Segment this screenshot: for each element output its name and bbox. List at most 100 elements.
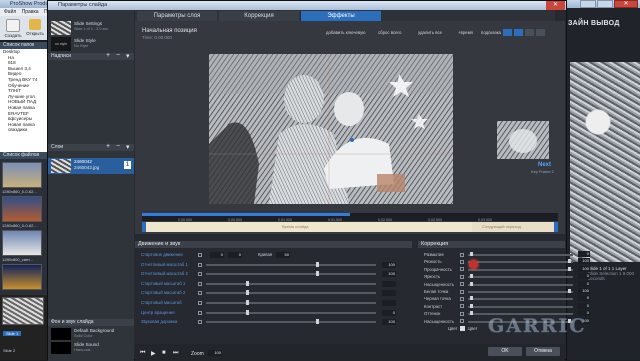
add-time-button[interactable]: +время [458,30,473,35]
correction-slider[interactable] [468,254,573,256]
motion-value[interactable]: 100 [382,271,396,278]
correction-slider-knob[interactable] [568,289,571,293]
correction-row-checkbox[interactable] [460,311,464,316]
correction-row-checkbox[interactable] [460,282,464,287]
correction-value[interactable]: 0 [578,280,590,287]
correction-row-checkbox[interactable] [460,304,464,309]
layer-menu-icon[interactable]: ▾ [126,143,130,151]
correction-row-checkbox[interactable] [460,319,464,324]
correction-value[interactable]: 100 [578,258,590,265]
color-swatch[interactable] [460,326,465,331]
motion-row-checkbox[interactable] [198,291,202,296]
motion-slider-knob[interactable] [316,319,319,325]
tab-effects[interactable]: Эффекты [301,11,381,21]
correction-value[interactable]: 0 [578,302,590,309]
correction-row-checkbox[interactable] [460,259,464,264]
slide-settings-title[interactable]: Slide Settings [74,21,102,26]
add-keyframe-button[interactable]: добавить ключевую [326,30,365,35]
motion-row-checkbox[interactable] [198,281,202,286]
correction-value[interactable]: 100 [578,265,590,272]
motion-value[interactable]: 0 [228,252,242,258]
correction-slider-knob[interactable] [470,311,473,316]
close-window-button[interactable]: ✕ [614,0,638,8]
reset-all-button[interactable]: сброс всего [378,30,401,35]
file-thumb[interactable] [2,230,42,256]
correction-slider[interactable] [468,305,573,308]
view-mode-icon[interactable] [503,29,512,36]
correction-value[interactable]: 0 [578,295,590,302]
to-end-icon[interactable]: ⏭ [173,350,178,357]
correction-slider[interactable] [468,261,573,264]
file-thumb[interactable] [2,162,42,188]
right-nav[interactable]: ЗАЙН ВЫВОД [568,20,620,27]
correction-slider[interactable] [468,283,573,286]
correction-value[interactable]: 0 [578,251,590,257]
tab-layer-settings[interactable]: Параметры слоя [137,11,217,21]
correction-slider[interactable] [468,276,573,279]
correction-slider[interactable] [468,298,573,301]
zoom-value[interactable]: 100 [208,350,222,356]
motion-slider[interactable] [206,321,376,324]
keyframe-2-marker[interactable] [554,222,558,232]
cancel-button[interactable]: Отмена [526,347,560,356]
slide-settings-thumb[interactable] [51,21,71,35]
motion-row-checkbox[interactable] [198,262,202,267]
motion-slider[interactable] [206,292,376,295]
motion-value[interactable]: 100 [382,261,396,268]
correction-row-checkbox[interactable] [460,289,464,294]
file-thumb[interactable] [2,196,42,222]
play-icon[interactable]: ▶ [151,350,156,357]
motion-row-checkbox[interactable] [198,301,202,305]
correction-row-checkbox[interactable] [460,296,464,301]
motion-slider-knob[interactable] [246,300,249,305]
slide-thumb[interactable] [2,297,44,325]
file-thumb[interactable] [2,264,42,290]
motion-value[interactable]: 0 [210,252,224,258]
correction-slider-knob[interactable] [470,274,473,279]
correction-value[interactable]: 100 [578,288,590,294]
new-button[interactable]: Создать [2,18,24,38]
menu-edit[interactable]: Правка [22,9,39,15]
motion-slider-knob[interactable] [316,271,319,277]
correction-slider-knob[interactable] [568,259,571,264]
motion-row-checkbox[interactable] [198,272,202,277]
hint-button[interactable]: подсказка [481,30,501,35]
slide-style-thumb[interactable]: no style [51,37,71,51]
add-layer-icon[interactable]: + [106,143,110,150]
motion-slider[interactable] [206,263,376,266]
correction-slider-knob[interactable] [470,281,473,286]
slide-sound-title[interactable]: Slide Sound [74,342,99,347]
sound-thumb[interactable] [51,342,71,354]
remove-layer-icon[interactable]: − [116,143,120,150]
dialog-close-button[interactable]: ✕ [546,1,565,10]
motion-value[interactable] [382,290,396,297]
settings-icon[interactable] [536,29,545,36]
correction-slider[interactable] [468,291,573,293]
motion-value[interactable] [382,300,396,306]
correction-slider-knob[interactable] [470,252,473,256]
open-button[interactable]: Открыть [24,18,46,38]
remove-caption-icon[interactable]: − [116,52,120,59]
motion-slider-knob[interactable] [246,290,249,296]
motion-row-checkbox[interactable] [198,310,202,315]
delete-all-button[interactable]: удалить все [418,30,442,35]
motion-slider[interactable] [206,302,376,304]
motion-slider-knob[interactable] [316,261,319,267]
ok-button[interactable]: OK [488,347,522,356]
motion-slider[interactable] [206,311,376,314]
next-keyframe-link[interactable]: Next [538,162,551,168]
default-background-title[interactable]: Default Background [74,328,114,333]
grid-icon[interactable] [525,29,534,36]
motion-value[interactable]: 100 [382,319,396,326]
keyframe-1-marker[interactable] [142,222,146,232]
motion-value[interactable]: 0 [382,309,396,316]
caption-menu-icon[interactable]: ▾ [126,52,130,60]
correction-value[interactable]: 0 [578,273,590,280]
correction-row-checkbox[interactable] [460,252,464,257]
correction-slider-knob[interactable] [568,266,571,271]
motion-slider-knob[interactable] [246,309,249,315]
motion-row-checkbox[interactable] [198,320,202,325]
slide-style-title[interactable]: Slide Style [74,38,96,43]
add-caption-icon[interactable]: + [106,52,110,59]
stop-icon[interactable]: ■ [162,350,166,356]
